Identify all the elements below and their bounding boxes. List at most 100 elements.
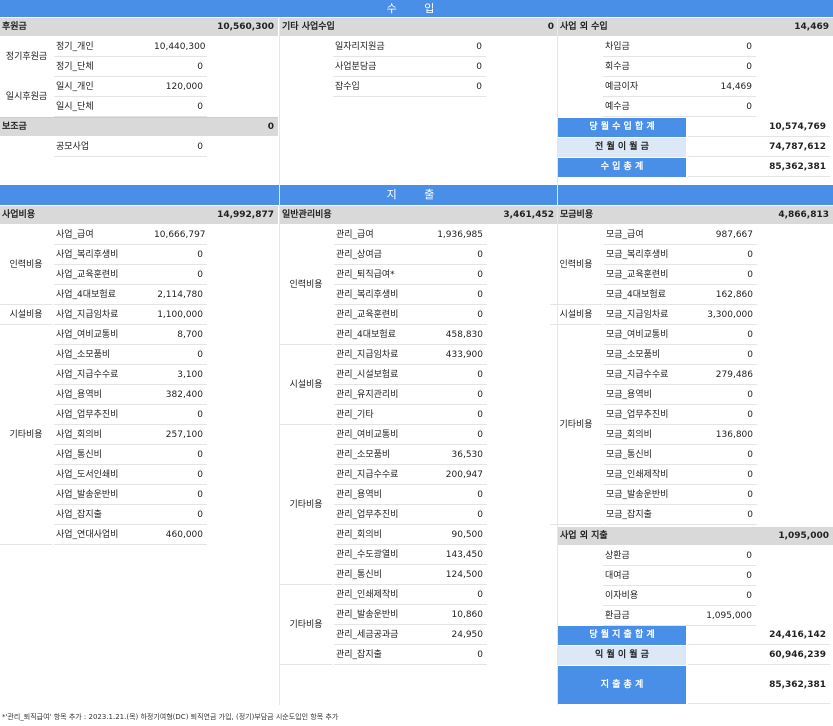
regular-row-label: 정기_단체 — [54, 57, 154, 77]
fundraising-expense-row-label: 모금_발송운반비 — [604, 485, 704, 505]
fundraising-expense-row-value: 0 — [704, 405, 757, 425]
general-expense-row-label: 관리_발송운반비 — [334, 605, 434, 625]
other-income-row-label: 일자리지원금 — [333, 37, 433, 57]
business-expense-row-label: 사업_소모품비 — [54, 345, 154, 365]
subsidy-category: 보조금 0 — [0, 118, 278, 136]
nonop-income-row-label: 차입금 — [603, 37, 703, 57]
business-expense-row-value: 10,666,797 — [154, 225, 207, 245]
business-expense-row-label: 사업_연대사업비 — [54, 525, 154, 545]
other-income-row-label: 사업분담금 — [333, 57, 433, 77]
fundraising-expense-row-value: 0 — [704, 485, 757, 505]
fundraising-expense-row-value: 136,800 — [704, 425, 757, 445]
business-expense-row-label: 사업_여비교통비 — [54, 325, 154, 345]
temp-row-label: 일시_단체 — [54, 97, 154, 117]
business-expense-row-value: 0 — [154, 465, 207, 485]
regular-support-label: 정기후원금 — [5, 52, 48, 62]
fundraising-expense-row-label: 모금_급여 — [604, 225, 704, 245]
fundraising-expense-row-label: 모금_지급임차료 — [604, 305, 704, 325]
regular-row-value: 0 — [154, 57, 207, 77]
general-expense-row-label: 관리_시설보험료 — [334, 365, 434, 385]
general-expense-row-label: 관리_업무추진비 — [334, 505, 434, 525]
general-expense-row-label: 관리_세금공과금 — [334, 625, 434, 645]
regular-row-value: 10,440,300 — [154, 37, 207, 57]
subsidy-category-total: 0 — [267, 122, 274, 132]
business-expense-row-value: 0 — [154, 445, 207, 465]
general-expense-row-label: 관리_인쇄제작비 — [334, 585, 434, 605]
fundraising-expense-row-label: 모금_4대보험료 — [604, 285, 704, 305]
column-separator — [279, 18, 280, 705]
income-summary-label: 수 입 총 계 — [558, 158, 686, 177]
general-expense-row-value: 124,500 — [434, 565, 487, 585]
business-expense-row-label: 사업_용역비 — [54, 385, 154, 405]
fundraising-expense-row-value: 0 — [704, 265, 757, 285]
business-expense-row-value: 2,114,780 — [154, 285, 207, 305]
nonop-income-row-value: 0 — [703, 97, 756, 117]
business-expense-row-label: 사업_통신비 — [54, 445, 154, 465]
other-income-category: 기타 사업수입 0 — [280, 18, 558, 36]
business-expense-row-value: 0 — [154, 505, 207, 525]
business-expense-row-label: 사업_회의비 — [54, 425, 154, 445]
general-expense-row-label: 관리_수도광열비 — [334, 545, 434, 565]
subsidy-row-label: 공모사업 — [54, 137, 154, 157]
income-summary-value: 85,362,381 — [688, 158, 830, 177]
expense-summary-value: 24,416,142 — [688, 626, 830, 645]
expense-summary-value: 85,362,381 — [688, 666, 830, 704]
business-expense-row-value: 382,400 — [154, 385, 207, 405]
general-expense-row-value: 0 — [434, 245, 487, 265]
nonop-expense-row-value: 0 — [703, 546, 756, 566]
income-summary-label: 전 월 이 월 금 — [558, 138, 686, 157]
general-expense-group-label: 시설비용 — [289, 380, 323, 390]
general-expense-row-label: 관리_퇴직급여* — [334, 265, 434, 285]
business-expense-row-label: 사업_복리후생비 — [54, 245, 154, 265]
expense-summary-label: 당 월 지 출 합 계 — [558, 626, 686, 645]
general-expense-row-value: 200,947 — [434, 465, 487, 485]
fundraising-expense-row-label: 모금_지급수수료 — [604, 365, 704, 385]
general-expense-row-value: 0 — [434, 265, 487, 285]
fundraising-expense-row-label: 모금_통신비 — [604, 445, 704, 465]
general-expense-category: 일반관리비용 3,461,452 — [280, 206, 558, 224]
nonop-income-row-value: 14,469 — [703, 77, 756, 97]
business-expense-row-value: 0 — [154, 405, 207, 425]
nonop-income-category-total: 14,469 — [794, 22, 829, 32]
general-expense-row-value: 1,936,985 — [434, 225, 487, 245]
general-expense-category-title: 일반관리비용 — [282, 210, 332, 220]
nonop-income-row-value: 0 — [703, 57, 756, 77]
expense-header: 지 출 — [0, 185, 833, 205]
general-expense-row-value: 0 — [434, 285, 487, 305]
general-expense-row-label: 관리_4대보험료 — [334, 325, 434, 345]
fundraising-expense-row-label: 모금_소모품비 — [604, 345, 704, 365]
business-expense-row-label: 사업_급여 — [54, 225, 154, 245]
business-expense-row-label: 사업_발송운반비 — [54, 485, 154, 505]
general-expense-row-label: 관리_교육훈련비 — [334, 305, 434, 325]
fundraising-expense-row-value: 0 — [704, 325, 757, 345]
fundraising-expense-row-label: 모금_용역비 — [604, 385, 704, 405]
general-expense-row-label: 관리_여비교통비 — [334, 425, 434, 445]
business-expense-row-label: 사업_4대보험료 — [54, 285, 154, 305]
general-expense-row-label: 관리_지급수수료 — [334, 465, 434, 485]
nonop-income-row-label: 회수금 — [603, 57, 703, 77]
fundraising-expense-row-value: 162,860 — [704, 285, 757, 305]
subsidy-category-title: 보조금 — [2, 122, 27, 132]
business-expense-row-label: 사업_교육훈련비 — [54, 265, 154, 285]
general-expense-row-label: 관리_지급임차료 — [334, 345, 434, 365]
general-expense-row-label: 관리_상여금 — [334, 245, 434, 265]
group-divider — [0, 544, 52, 545]
fundraising-expense-row-value: 0 — [704, 465, 757, 485]
business-expense-row-value: 257,100 — [154, 425, 207, 445]
fundraising-expense-category-title: 모금비용 — [560, 210, 594, 220]
support-category: 후원금 10,560,300 — [0, 18, 278, 36]
general-expense-group-label: 기타비용 — [289, 620, 323, 630]
footnote: *'관리_퇴직급여' 항목 추가 : 2023.1.21.(목) 하정기여형(D… — [2, 713, 339, 721]
nonop-expense-row-value: 0 — [703, 566, 756, 586]
nonop-income-row-label: 예금이자 — [603, 77, 703, 97]
general-expense-row-value: 0 — [434, 585, 487, 605]
general-expense-row-label: 관리_회의비 — [334, 525, 434, 545]
general-expense-row-value: 24,950 — [434, 625, 487, 645]
nonop-income-row-label: 예수금 — [603, 97, 703, 117]
general-expense-row-value: 0 — [434, 505, 487, 525]
business-expense-row-value: 1,100,000 — [154, 305, 207, 325]
group-divider — [280, 664, 332, 665]
support-category-total: 10,560,300 — [217, 22, 274, 32]
nonop-income-row-value: 0 — [703, 37, 756, 57]
business-expense-row-label: 사업_도서인쇄비 — [54, 465, 154, 485]
